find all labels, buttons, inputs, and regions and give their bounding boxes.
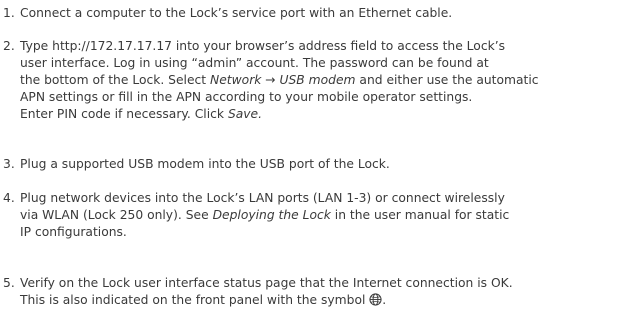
text-segment: in the user manual for static: [330, 208, 510, 222]
step-number: 5.: [3, 276, 15, 290]
step-text-line: via WLAN (Lock 250 only). See Deploying …: [20, 207, 641, 224]
text-segment: .: [382, 293, 387, 307]
step-text-line: APN settings or fill in the APN accordin…: [20, 90, 473, 104]
instruction-steps: 1. Connect a computer to the Lock’s serv…: [0, 0, 643, 333]
menu-path: Network → USB modem: [210, 73, 356, 87]
step-number: 1.: [3, 6, 15, 20]
step-text-line: Verify on the Lock user interface status…: [20, 276, 513, 290]
text-segment: and either use the automatic: [355, 73, 539, 87]
step-3: 3. Plug a supported USB modem into the U…: [3, 156, 641, 173]
step-2: 2. Type http://172.17.17.17 into your br…: [3, 38, 641, 123]
text-segment: This is also indicated on the front pane…: [20, 293, 370, 307]
step-number: 4.: [3, 191, 15, 205]
globe-icon: [369, 293, 382, 306]
text-segment: Enter PIN code if necessary. Click: [20, 107, 228, 121]
step-text-line: user interface. Log in using “admin” acc…: [20, 56, 489, 70]
save-reference: Save.: [227, 107, 263, 121]
text-segment: via WLAN (Lock 250 only). See: [20, 208, 213, 222]
step-number: 2.: [3, 39, 15, 53]
step-1: 1. Connect a computer to the Lock’s serv…: [3, 5, 641, 22]
step-text-line: Enter PIN code if necessary. Click Save.: [20, 106, 641, 123]
step-4: 4. Plug network devices into the Lock’s …: [3, 190, 641, 241]
manual-reference: Deploying the Lock: [212, 208, 331, 222]
step-text-line: Type http://172.17.17.17 into your brows…: [20, 39, 506, 53]
step-text-line: the bottom of the Lock. Select Network →…: [20, 72, 641, 89]
step-number: 3.: [3, 157, 15, 171]
step-text: Connect a computer to the Lock’s service…: [20, 6, 453, 20]
step-text-line: This is also indicated on the front pane…: [20, 292, 641, 309]
step-text-line: IP configurations.: [20, 225, 127, 239]
step-text: Plug a supported USB modem into the USB …: [20, 157, 390, 171]
text-segment: the bottom of the Lock. Select: [20, 73, 211, 87]
step-5: 5. Verify on the Lock user interface sta…: [3, 275, 641, 309]
step-text-line: Plug network devices into the Lock’s LAN…: [20, 191, 505, 205]
